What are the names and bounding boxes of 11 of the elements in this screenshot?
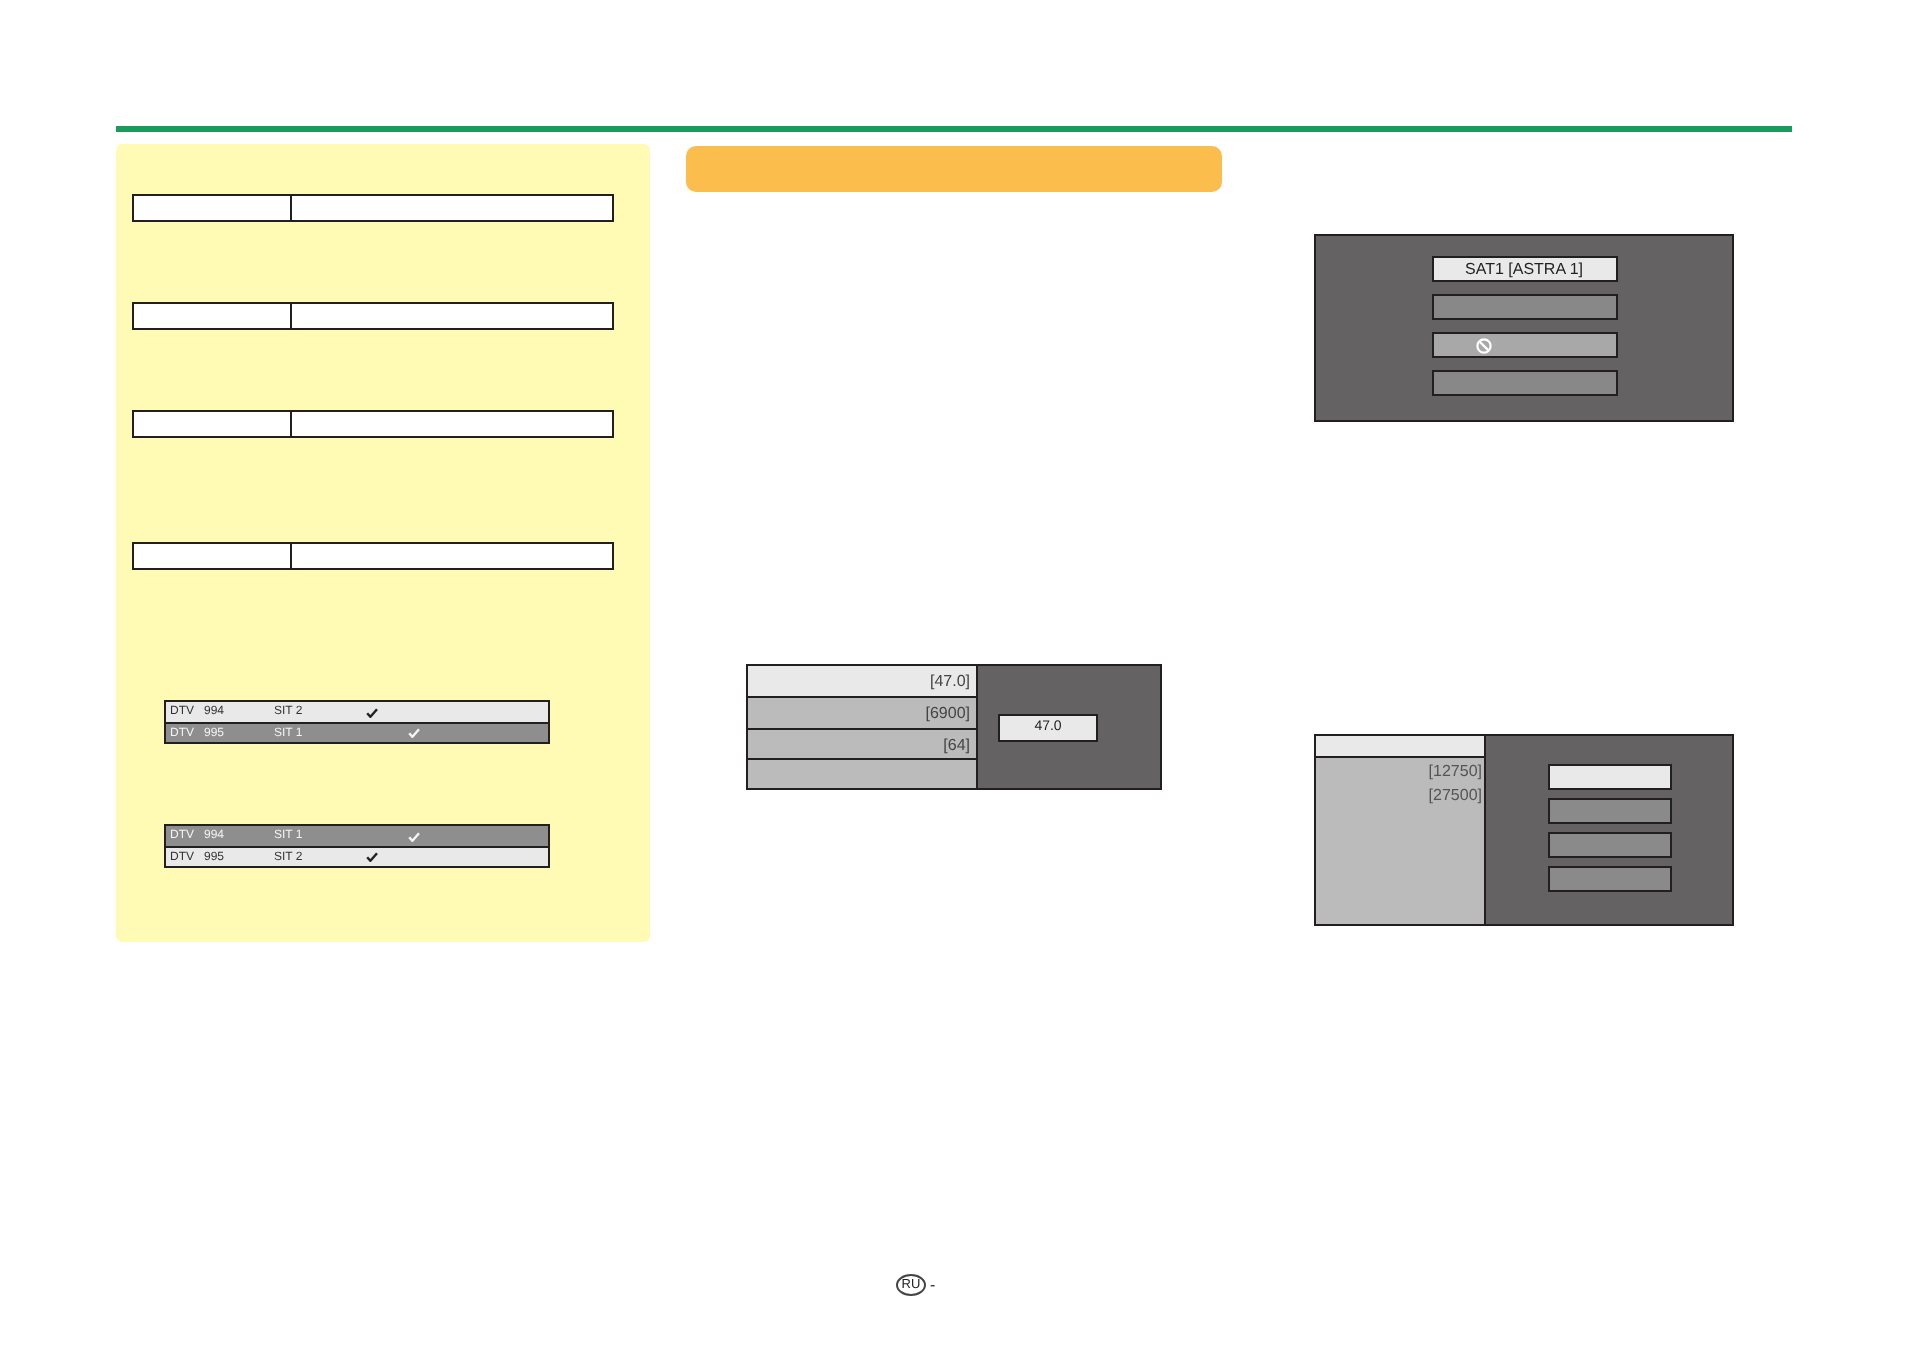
parameter-row[interactable]: [6900]	[748, 696, 976, 727]
prohibited-icon	[1475, 338, 1491, 354]
parameter-row[interactable]: [64]	[748, 727, 976, 758]
parameter-row[interactable]	[748, 757, 976, 788]
page-separator: -	[930, 1274, 936, 1296]
value-text: [27500]	[1426, 784, 1484, 808]
option-button[interactable]	[1547, 764, 1671, 790]
value-text: [12750]	[1426, 760, 1484, 784]
menu-item[interactable]	[1431, 332, 1617, 358]
parameter-row[interactable]: [47.0]	[748, 666, 976, 697]
menu-item[interactable]: SAT1 [ASTRA 1]	[1431, 256, 1617, 282]
